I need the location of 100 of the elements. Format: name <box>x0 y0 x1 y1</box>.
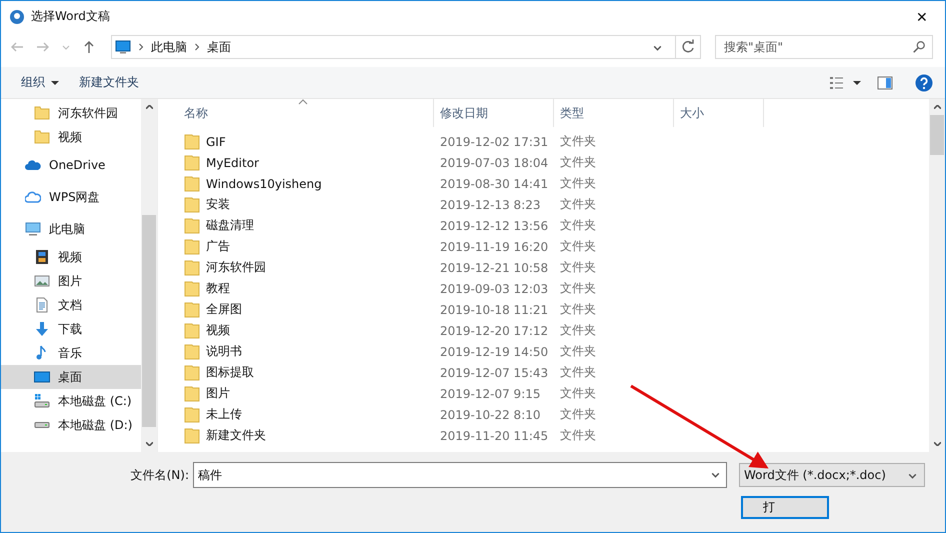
drive-icon <box>34 393 50 409</box>
sidebar-item[interactable]: OneDrive <box>1 149 141 181</box>
modified-date: 2019-08-30 14:41 <box>440 176 548 190</box>
chevron-icon <box>193 43 201 51</box>
file-name: Windows10yisheng <box>206 176 322 190</box>
column-header[interactable]: 大小 <box>674 99 764 127</box>
address-bar[interactable]: 此电脑 桌面 <box>111 35 701 59</box>
search-field[interactable]: 搜索"桌面" <box>715 35 933 59</box>
folder-icon <box>184 196 200 212</box>
file-row[interactable]: 全屏图 2019-10-18 11:21 文件夹 <box>178 299 929 320</box>
file-row[interactable]: 新建文件夹 2019-11-20 11:45 文件夹 <box>178 425 929 446</box>
file-name: MyEditor <box>206 156 259 170</box>
folder-icon <box>184 386 200 402</box>
sidebar-label: 本地磁盘 (C:) <box>58 392 132 410</box>
drive-icon <box>34 421 50 429</box>
file-row[interactable]: MyEditor 2019-07-03 18:04 文件夹 <box>178 152 929 173</box>
new-folder-button[interactable]: 新建文件夹 <box>69 70 149 95</box>
scroll-down-icon[interactable] <box>934 442 940 446</box>
scrollbar[interactable] <box>929 99 945 452</box>
file-name: 全屏图 <box>206 301 242 318</box>
modified-date: 2019-12-19 14:50 <box>440 344 548 358</box>
folder-icon <box>34 129 50 145</box>
modified-date: 2019-12-02 17:31 <box>440 134 548 148</box>
file-name: 新建文件夹 <box>206 427 266 444</box>
file-type: 文件夹 <box>560 175 596 192</box>
sidebar-label: 桌面 <box>58 368 82 386</box>
sidebar-item[interactable]: 音乐 <box>1 341 141 365</box>
help-icon[interactable] <box>915 74 933 92</box>
sidebar-label: 下载 <box>58 320 82 338</box>
organize-menu-button[interactable]: 组织 <box>11 70 69 95</box>
modified-date: 2019-09-03 12:03 <box>440 282 548 296</box>
filename-field[interactable]: 稿件 <box>193 462 727 488</box>
file-row[interactable]: 磁盘清理 2019-12-12 13:56 文件夹 <box>178 215 929 236</box>
file-row[interactable]: 未上传 2019-10-22 8:10 文件夹 <box>178 404 929 425</box>
close-button[interactable]: ✕ <box>899 1 945 32</box>
column-header[interactable]: 名称 <box>178 99 434 127</box>
file-row[interactable]: 教程 2019-09-03 12:03 文件夹 <box>178 278 929 299</box>
sidebar-item[interactable]: WPS网盘 <box>1 181 141 213</box>
folder-icon <box>184 218 200 234</box>
chevron-icon <box>137 43 145 51</box>
file-name: 教程 <box>206 280 230 297</box>
file-row[interactable]: 图标提取 2019-12-07 15:43 文件夹 <box>178 362 929 383</box>
folder-icon <box>184 176 200 192</box>
folder-icon <box>184 428 200 444</box>
open-button[interactable]: 打 <box>741 496 829 519</box>
sidebar-label: 音乐 <box>58 344 82 362</box>
file-row[interactable]: Windows10yisheng 2019-08-30 14:41 文件夹 <box>178 173 929 194</box>
column-header[interactable]: 类型 <box>554 99 674 127</box>
sidebar-label: OneDrive <box>49 158 106 172</box>
sidebar-item[interactable]: 本地磁盘 (C:) <box>1 389 141 413</box>
sidebar-label: 视频 <box>58 248 82 266</box>
filename-label: 文件名(N): <box>130 466 190 484</box>
scroll-up-icon[interactable] <box>934 105 940 109</box>
sidebar-label: 本地磁盘 (D:) <box>58 416 132 434</box>
monitor-icon <box>25 221 41 237</box>
scroll-thumb[interactable] <box>930 115 944 155</box>
modified-date: 2019-12-07 15:43 <box>440 366 548 380</box>
breadcrumb[interactable]: 此电脑 <box>151 38 187 56</box>
modified-date: 2019-11-20 11:45 <box>440 428 548 442</box>
sidebar-label: 图片 <box>58 272 82 290</box>
search-icon <box>912 40 926 54</box>
file-name: 视频 <box>206 322 230 339</box>
modified-date: 2019-12-13 8:23 <box>440 198 540 212</box>
file-row[interactable]: 图片 2019-12-07 9:15 文件夹 <box>178 383 929 404</box>
file-name: 图标提取 <box>206 364 254 381</box>
sidebar-item[interactable]: 视频 <box>1 245 141 269</box>
sidebar-item[interactable]: 视频 <box>1 125 141 149</box>
sidebar-item[interactable]: 桌面 <box>1 365 141 389</box>
column-header[interactable]: 修改日期 <box>434 99 554 127</box>
file-name: 磁盘清理 <box>206 217 254 234</box>
file-row[interactable]: 说明书 2019-12-19 14:50 文件夹 <box>178 341 929 362</box>
file-row[interactable]: 视频 2019-12-20 17:12 文件夹 <box>178 320 929 341</box>
file-type: 文件夹 <box>560 133 596 150</box>
file-row[interactable]: 河东软件园 2019-12-21 10:58 文件夹 <box>178 257 929 278</box>
file-type: 文件夹 <box>560 364 596 381</box>
scrollbar[interactable] <box>141 99 157 452</box>
scroll-thumb[interactable] <box>142 215 156 427</box>
folder-icon <box>34 105 50 121</box>
file-row[interactable]: 安装 2019-12-13 8:23 文件夹 <box>178 194 929 215</box>
preview-pane-icon[interactable] <box>877 74 893 90</box>
file-type-dropdown[interactable]: Word文件 (*.docx;*.doc) <box>739 463 925 487</box>
scroll-up-icon[interactable] <box>146 105 152 109</box>
dropdown-caret-icon[interactable] <box>853 78 861 86</box>
sidebar-item[interactable]: 河东软件园 <box>1 101 141 125</box>
scroll-down-icon[interactable] <box>146 442 152 446</box>
file-row[interactable]: GIF 2019-12-02 17:31 文件夹 <box>178 131 929 152</box>
folder-icon <box>184 406 200 422</box>
sidebar-item[interactable]: 本地磁盘 (D:) <box>1 413 141 437</box>
view-options-icon[interactable] <box>829 74 845 90</box>
sidebar-item[interactable]: 图片 <box>1 269 141 293</box>
sidebar-item[interactable]: 文档 <box>1 293 141 317</box>
sidebar-item[interactable]: 下载 <box>1 317 141 341</box>
sidebar-item[interactable]: 此电脑 <box>1 213 141 245</box>
breadcrumb[interactable]: 桌面 <box>207 38 231 56</box>
folder-icon <box>184 238 200 254</box>
film-icon <box>34 249 50 265</box>
file-row[interactable]: 广告 2019-11-19 16:20 文件夹 <box>178 236 929 257</box>
file-type: 文件夹 <box>560 154 596 171</box>
file-type: 文件夹 <box>560 280 596 297</box>
sort-caret-icon <box>298 99 308 105</box>
